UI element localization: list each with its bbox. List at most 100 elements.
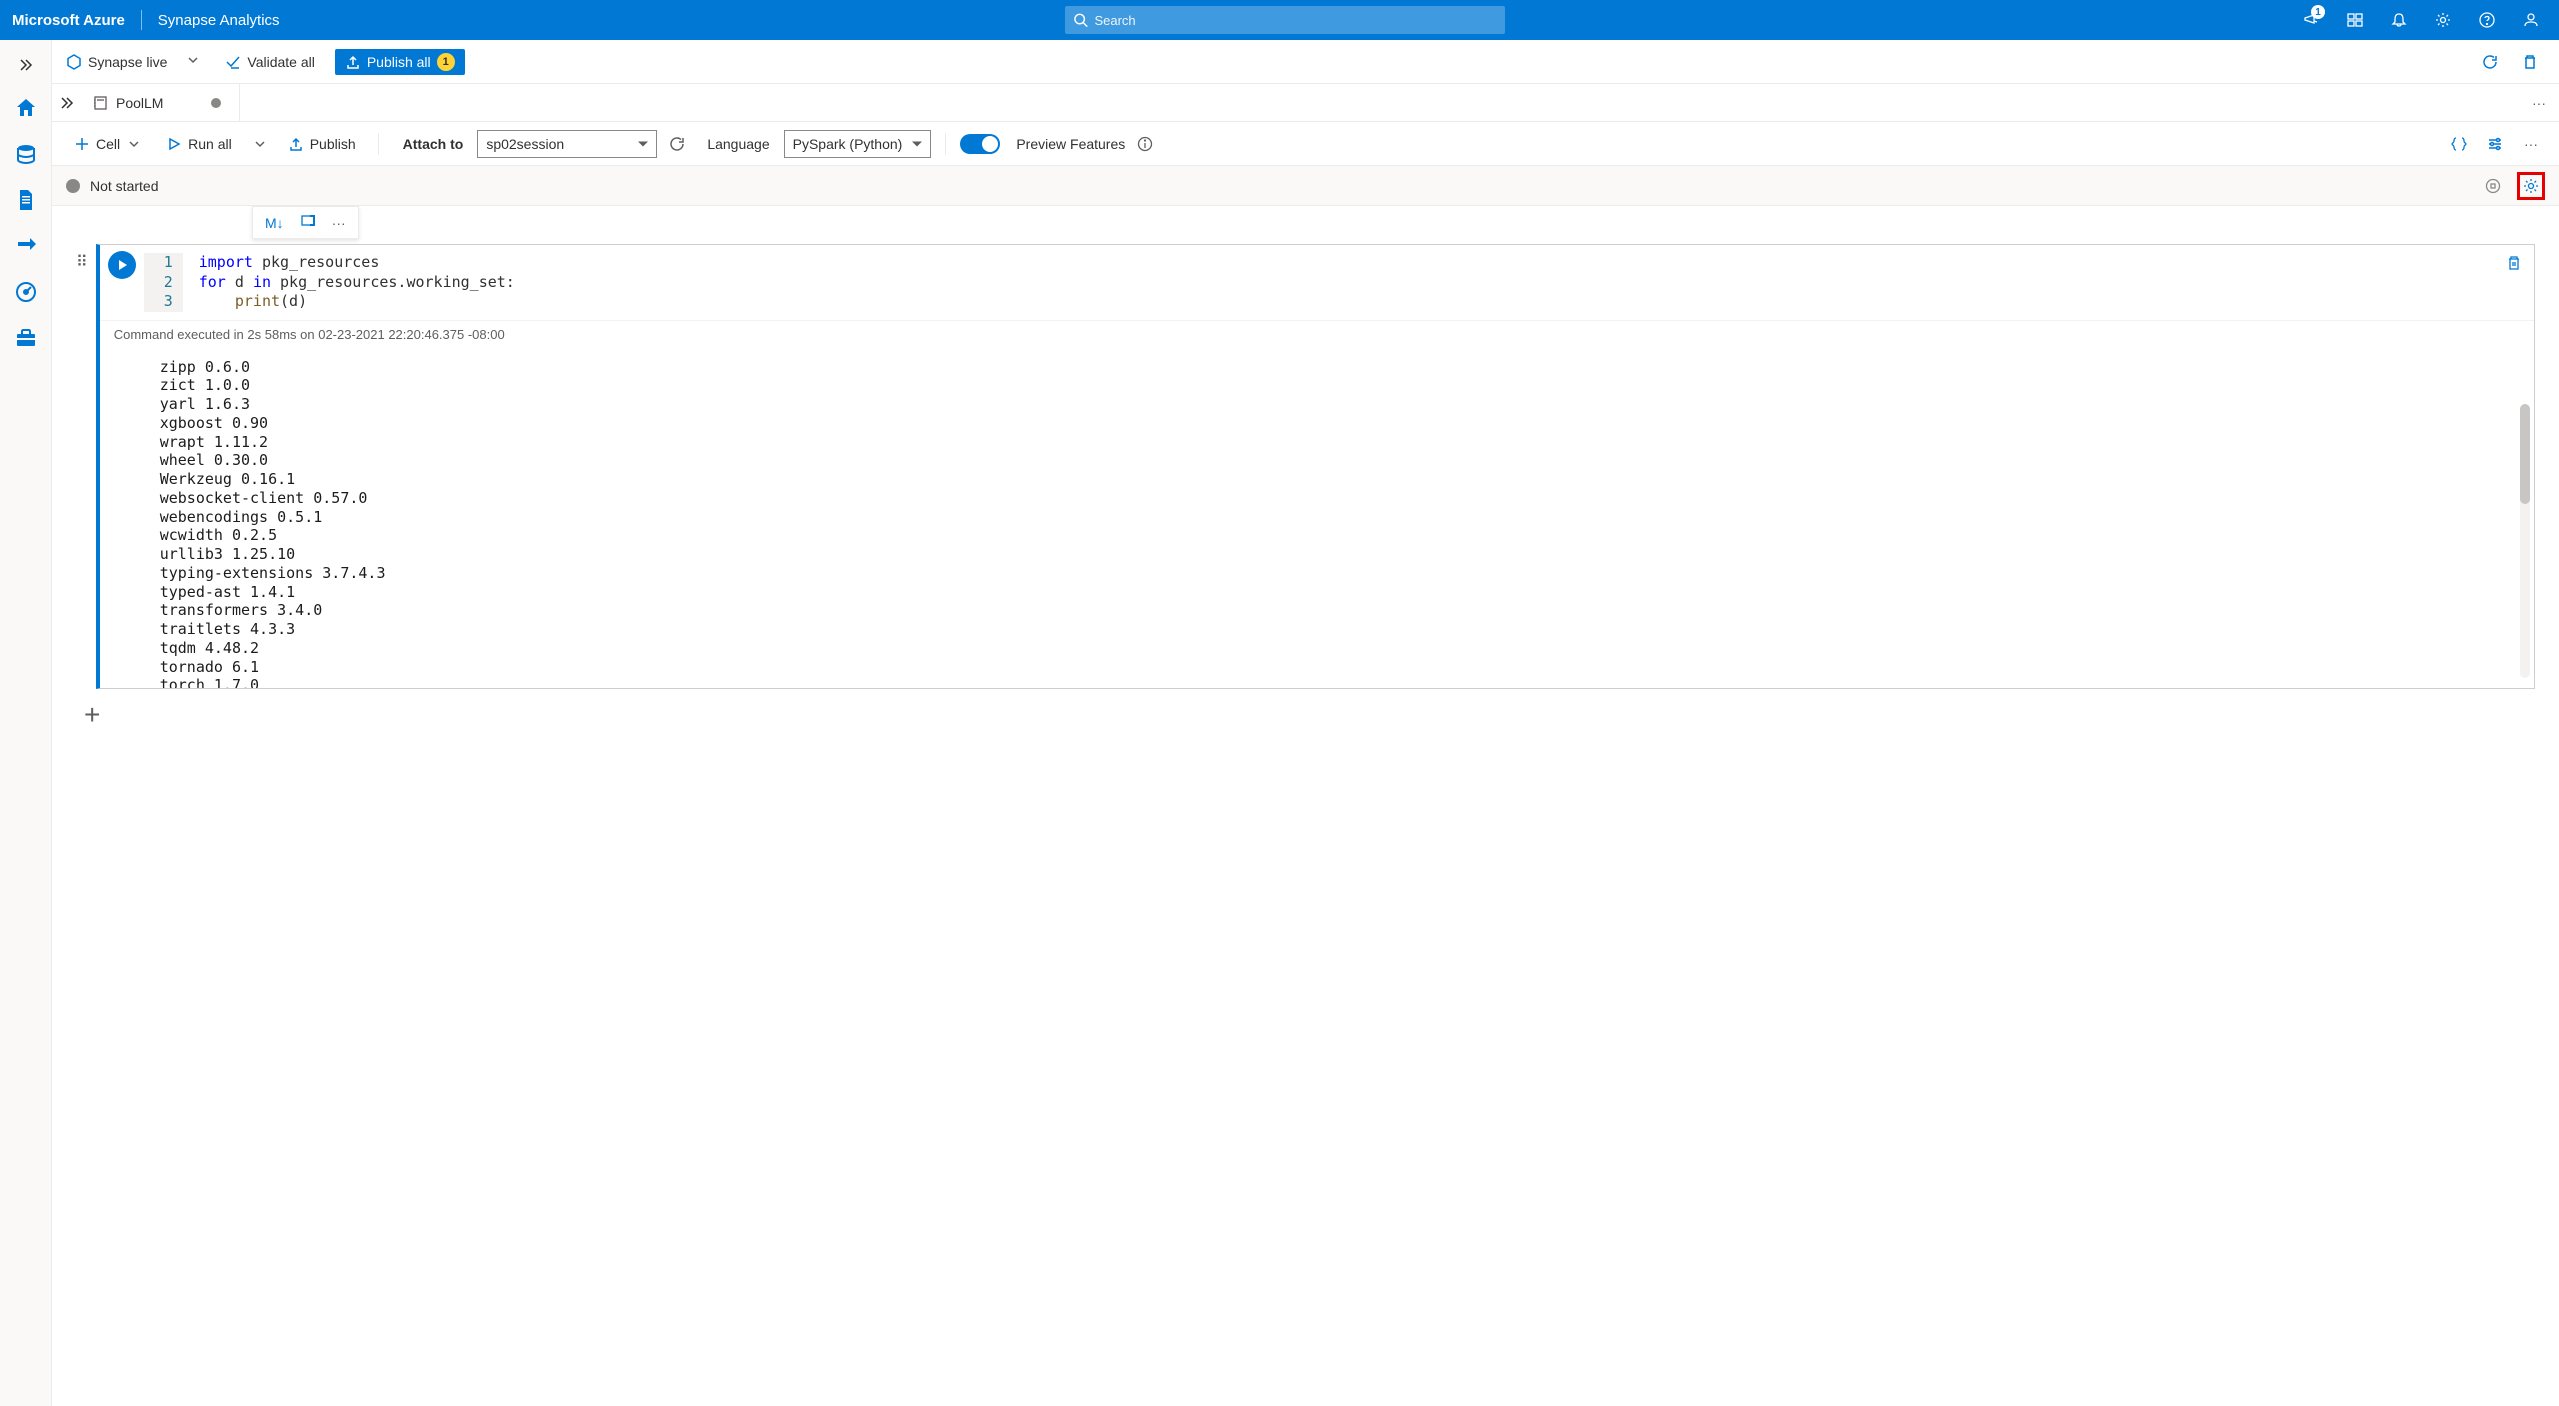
- add-cell-button[interactable]: Cell: [66, 132, 150, 156]
- notebook-surface: M↓ ··· ⠿: [52, 206, 2559, 1406]
- refresh-icon: [2482, 54, 2498, 70]
- notifications-button[interactable]: [2379, 0, 2419, 40]
- publish-all-button[interactable]: Publish all 1: [335, 49, 465, 75]
- question-icon: [2479, 12, 2495, 28]
- directory-button[interactable]: [2335, 0, 2375, 40]
- tab-label: PoolLM: [116, 95, 163, 111]
- notebook-icon: [92, 95, 108, 111]
- rail-monitor[interactable]: [8, 274, 44, 310]
- hexagon-icon: [66, 54, 82, 70]
- azure-header: Microsoft Azure Synapse Analytics 1: [0, 0, 2559, 40]
- publish-button[interactable]: Publish: [280, 132, 364, 156]
- upload-icon: [345, 54, 361, 70]
- database-icon: [14, 142, 38, 166]
- tab-dirty-indicator: [211, 98, 221, 108]
- validate-all-button[interactable]: Validate all: [225, 54, 314, 70]
- tab-more-button[interactable]: ···: [2519, 84, 2559, 121]
- chevron-down-icon: [126, 136, 142, 152]
- info-icon[interactable]: [1137, 136, 1153, 152]
- play-icon: [166, 136, 182, 152]
- delete-cell-button[interactable]: [2506, 255, 2522, 274]
- variables-button[interactable]: [2445, 130, 2473, 158]
- output-scrollbar-thumb[interactable]: [2520, 404, 2530, 504]
- rail-data[interactable]: [8, 136, 44, 172]
- stop-session-button[interactable]: [2479, 172, 2507, 200]
- global-search[interactable]: [1065, 6, 1505, 34]
- publish-all-label: Publish all: [367, 54, 431, 70]
- line-gutter: 123: [144, 253, 183, 312]
- run-all-label: Run all: [188, 136, 232, 152]
- cell-collapse-button[interactable]: [296, 211, 320, 234]
- cell-execution-info: Command executed in 2s 58ms on 02-23-202…: [100, 320, 2534, 348]
- workspace-mode-label: Synapse live: [88, 54, 167, 70]
- trash-icon: [2506, 255, 2522, 271]
- settings-button[interactable]: [2423, 0, 2463, 40]
- feedback-button[interactable]: 1: [2291, 0, 2331, 40]
- validate-all-label: Validate all: [247, 54, 314, 70]
- publish-label: Publish: [310, 136, 356, 152]
- checkmark-icon: [225, 54, 241, 70]
- preview-toggle[interactable]: [960, 134, 1000, 154]
- document-icon: [14, 188, 38, 212]
- workspace-toolbar: Synapse live Validate all Publish all 1: [52, 40, 2559, 84]
- add-cell-label: Cell: [96, 136, 120, 152]
- preview-label: Preview Features: [1008, 136, 1125, 152]
- directory-icon: [2347, 12, 2363, 28]
- rail-integrate[interactable]: [8, 228, 44, 264]
- language-label: Language: [697, 136, 775, 152]
- rail-home[interactable]: [8, 90, 44, 126]
- language-value: PySpark (Python): [793, 136, 903, 152]
- convert-markdown-button[interactable]: M↓: [261, 213, 288, 233]
- more-options-button[interactable]: ···: [2517, 130, 2545, 158]
- notebook-status-bar: Not started: [52, 166, 2559, 206]
- cell-drag-handle[interactable]: ⠿: [76, 244, 88, 272]
- feedback-badge: 1: [2311, 5, 2325, 19]
- cell-more-button[interactable]: ···: [328, 213, 350, 233]
- workspace-mode-dropdown[interactable]: [185, 52, 201, 71]
- workspace-mode[interactable]: Synapse live: [66, 54, 175, 70]
- session-status-button[interactable]: [665, 132, 689, 156]
- tab-expand-button[interactable]: [52, 84, 82, 121]
- language-select[interactable]: PySpark (Python): [784, 130, 932, 158]
- code-content[interactable]: import pkg_resources for d in pkg_resour…: [183, 253, 515, 312]
- settings-panel-button[interactable]: [2481, 130, 2509, 158]
- publish-count-badge: 1: [437, 53, 455, 71]
- gear-icon: [2435, 12, 2451, 28]
- refresh-icon: [669, 136, 685, 152]
- upload-icon: [288, 136, 304, 152]
- code-cell: 123 import pkg_resources for d in pkg_re…: [96, 244, 2535, 689]
- home-icon: [14, 96, 38, 120]
- code-editor[interactable]: 123 import pkg_resources for d in pkg_re…: [100, 245, 2534, 320]
- play-icon: [116, 259, 128, 271]
- rail-manage[interactable]: [8, 320, 44, 356]
- chevron-right-double-icon: [59, 95, 75, 111]
- separator: [378, 133, 379, 155]
- gauge-icon: [14, 280, 38, 304]
- session-config-button[interactable]: [2517, 172, 2545, 200]
- add-cell-below-button[interactable]: +: [76, 699, 2535, 731]
- status-text: Not started: [90, 178, 158, 194]
- global-search-input[interactable]: [1094, 13, 1497, 28]
- run-cell-button[interactable]: [108, 251, 136, 279]
- rail-expand-button[interactable]: [0, 50, 52, 80]
- notebook-toolbar: Cell Run all Publish Attach to sp02se: [52, 122, 2559, 166]
- attach-to-label: Attach to: [393, 136, 470, 152]
- stop-icon: [2485, 178, 2501, 194]
- attach-to-select[interactable]: sp02session: [477, 130, 657, 158]
- help-button[interactable]: [2467, 0, 2507, 40]
- brand-divider: [141, 10, 142, 30]
- plus-icon: [74, 136, 90, 152]
- brand-label: Microsoft Azure: [12, 12, 141, 29]
- sliders-icon: [2487, 136, 2503, 152]
- chevron-down-icon: [185, 52, 201, 68]
- run-all-button[interactable]: Run all: [158, 132, 240, 156]
- tab-notebook[interactable]: PoolLM: [82, 84, 240, 121]
- account-button[interactable]: [2511, 0, 2551, 40]
- service-label: Synapse Analytics: [158, 12, 280, 29]
- attach-to-value: sp02session: [486, 136, 564, 152]
- refresh-workspace-button[interactable]: [2475, 47, 2505, 77]
- search-icon: [1073, 12, 1088, 28]
- run-all-dropdown[interactable]: [248, 132, 272, 156]
- discard-button[interactable]: [2515, 47, 2545, 77]
- rail-develop[interactable]: [8, 182, 44, 218]
